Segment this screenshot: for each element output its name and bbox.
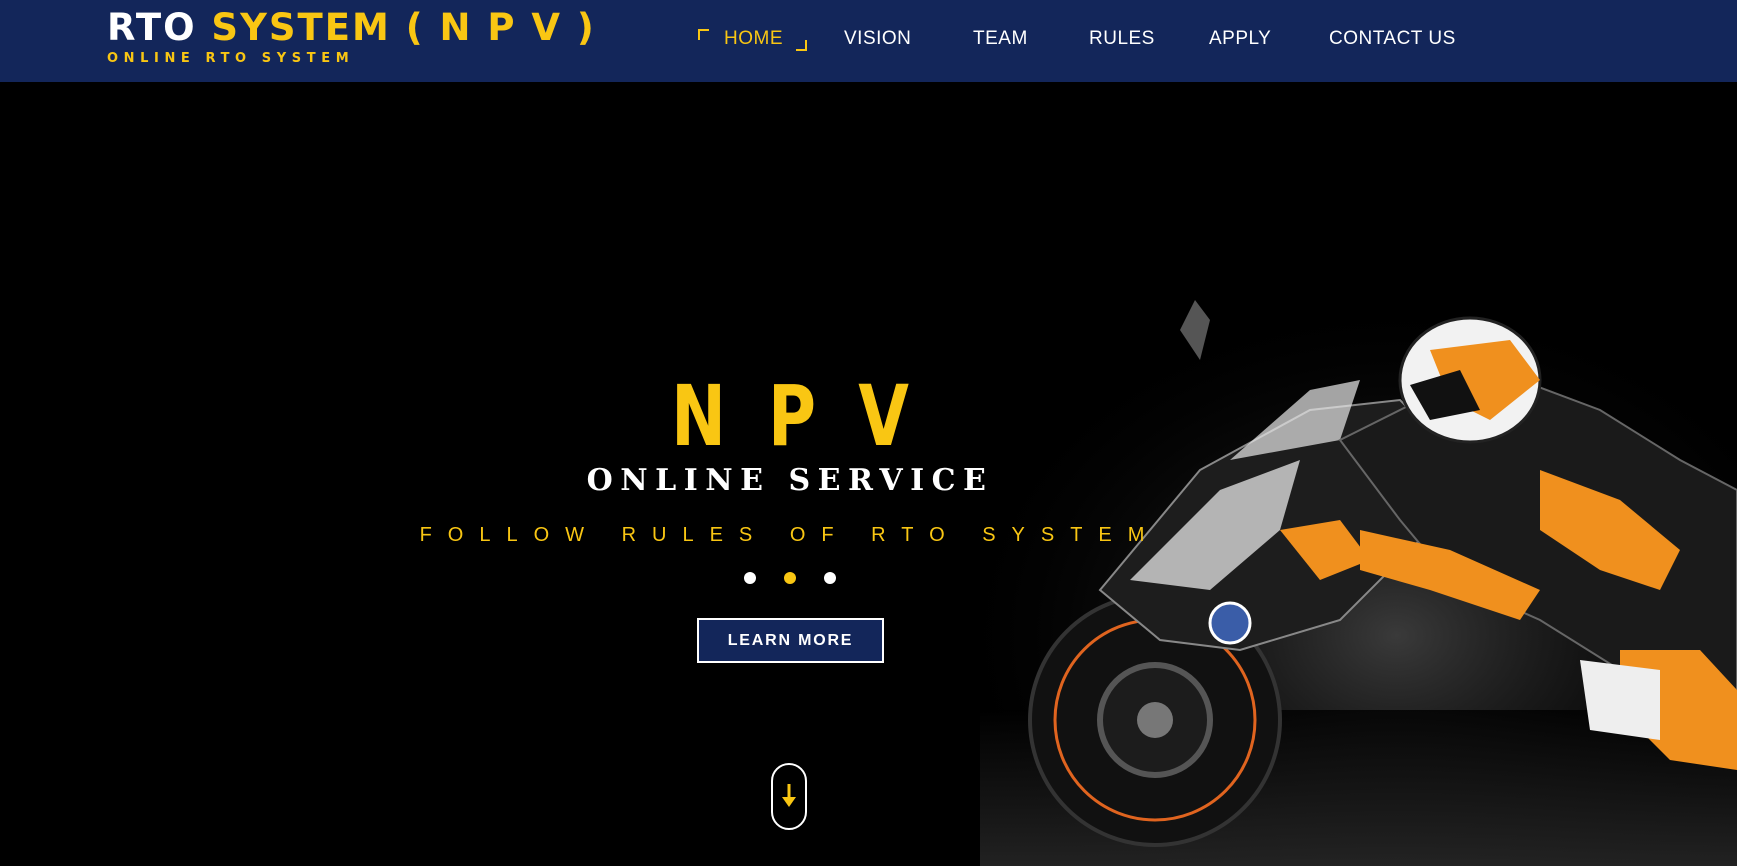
slide-dot-3[interactable] xyxy=(824,572,836,584)
active-nav-corner-top-left xyxy=(698,29,709,40)
nav-item-team[interactable]: TEAM xyxy=(973,27,1028,51)
brand-subtitle: ONLINE RTO SYSTEM xyxy=(107,51,355,66)
active-nav-corner-bottom-right xyxy=(796,40,807,51)
nav-item-rules[interactable]: RULES xyxy=(1089,27,1155,51)
brand-logo[interactable]: RTO SYSTEM ( N P V ) ONLINE RTO SYSTEM xyxy=(107,6,596,67)
hero-title: NPV xyxy=(671,367,952,465)
nav-item-home[interactable]: HOME xyxy=(724,27,783,51)
top-navbar: RTO SYSTEM ( N P V ) ONLINE RTO SYSTEM H… xyxy=(0,0,1737,82)
arrow-down-icon xyxy=(782,784,796,807)
hero-tagline: FOLLOW RULES OF RTO SYSTEM xyxy=(419,524,1161,546)
nav-item-apply[interactable]: APPLY xyxy=(1209,27,1271,51)
brand-title-part1: RTO xyxy=(107,6,197,49)
slide-dot-2[interactable] xyxy=(784,572,796,584)
learn-more-button[interactable]: LEARN MORE xyxy=(697,618,884,663)
scroll-down-button[interactable] xyxy=(771,763,807,830)
hero-subtitle: ONLINE SERVICE xyxy=(586,463,994,498)
brand-title: RTO SYSTEM ( N P V ) xyxy=(107,6,596,50)
nav-item-contact-us[interactable]: CONTACT US xyxy=(1329,27,1456,51)
brand-title-part2: SYSTEM ( N P V ) xyxy=(211,6,596,49)
slide-indicator xyxy=(0,572,1580,584)
slide-dot-1[interactable] xyxy=(744,572,756,584)
nav-item-vision[interactable]: VISION xyxy=(844,27,911,51)
